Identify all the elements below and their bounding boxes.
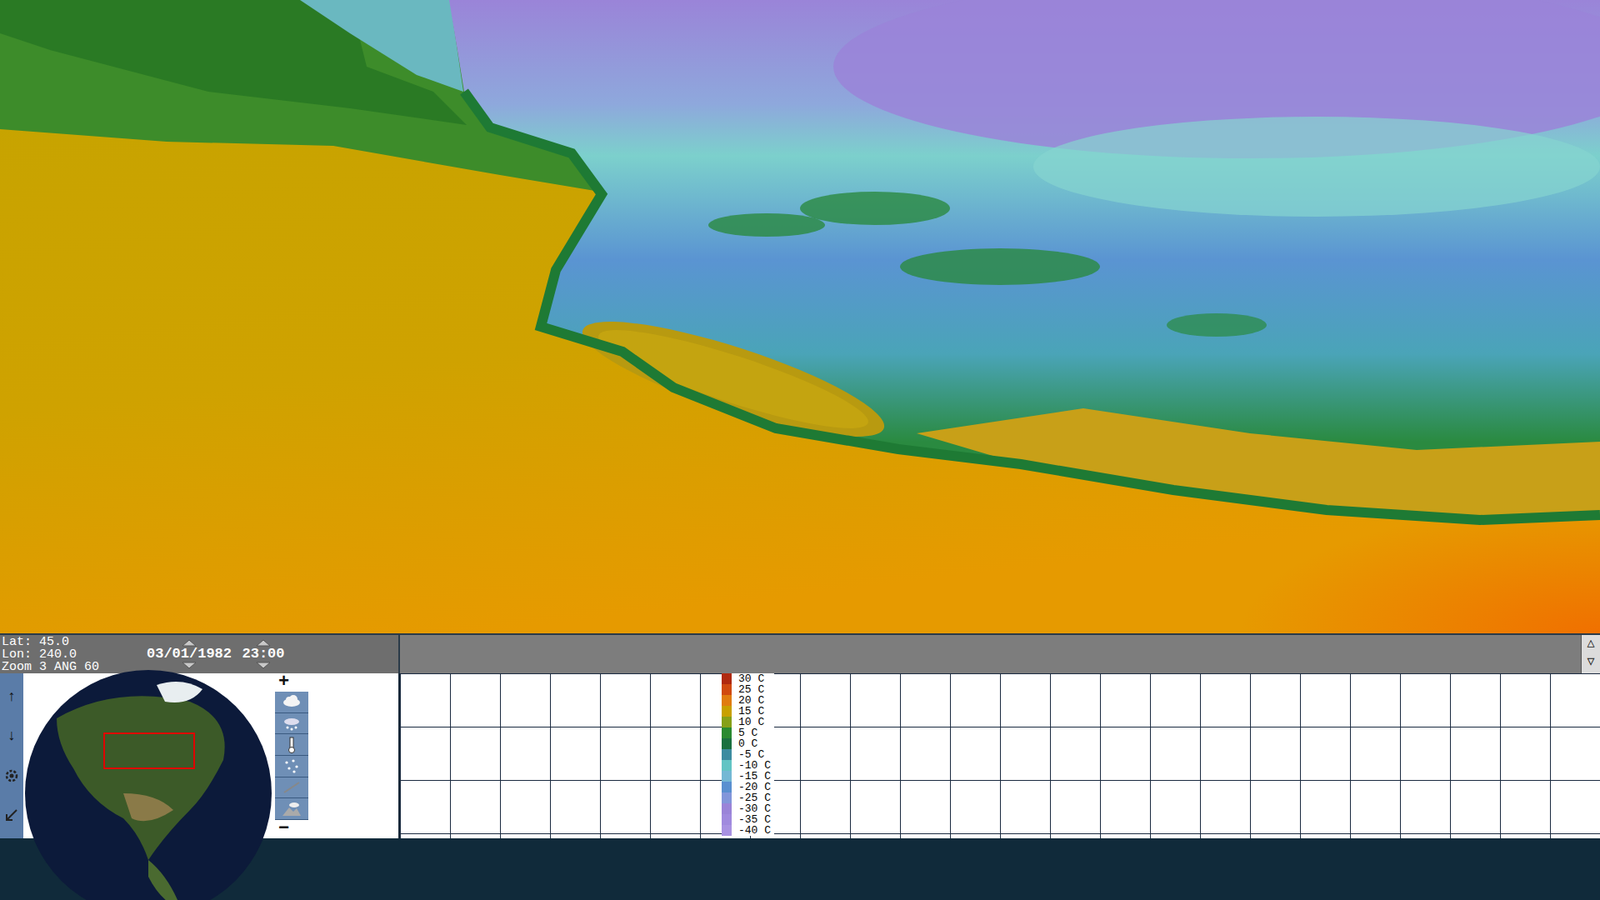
tilt-down-button[interactable]: ↓	[7, 727, 17, 745]
mountain-icon	[280, 800, 303, 818]
spin-down-icon[interactable]	[238, 661, 289, 670]
legend-swatch	[721, 781, 732, 793]
readout-line: Lon: 240.0	[1, 648, 142, 661]
legend-label: -30 C	[731, 803, 771, 815]
snow-icon	[280, 715, 303, 732]
zoom-out-button[interactable]: −	[278, 820, 290, 839]
layer-button[interactable]	[275, 798, 309, 820]
globe-area	[23, 673, 275, 839]
temperature-legend: 30 C 25 C 20 C 15 C 10 C 5 C 0 C -5 C -1…	[721, 673, 775, 836]
legend-label: -10 C	[731, 760, 771, 771]
legend-swatch	[721, 749, 732, 760]
date-spinner[interactable]: 03/01/1982 23:00	[146, 639, 289, 670]
view-region[interactable]	[104, 733, 195, 769]
spin-up-icon[interactable]	[160, 639, 219, 647]
legend-swatch	[721, 705, 732, 717]
scroll-buttons: △ ▽	[1580, 635, 1600, 674]
readout: Lat: 45.0Lon: 240.0 Zoom 3 ANG 60	[0, 635, 142, 674]
zoom-readout: Zoom 3 ANG 60	[1, 660, 142, 674]
legend-label: 30 C	[731, 673, 765, 685]
layer-button[interactable]	[275, 713, 309, 735]
tilt-up-button[interactable]: ↑	[7, 688, 17, 705]
legend-tick: 20 C	[721, 695, 771, 706]
legend-swatch	[721, 825, 732, 836]
legend-tick: 15 C	[721, 705, 771, 717]
legend-swatch	[721, 770, 732, 782]
spin-up-icon[interactable]	[238, 639, 289, 647]
legend-label: -25 C	[731, 792, 771, 804]
bottom-panel: ↑ ↓ + − 30 C 25 C 20 C 15 C 10 C 5 C 0 C…	[0, 673, 1600, 839]
legend-label: -20 C	[731, 781, 771, 793]
map-canvas[interactable]	[0, 0, 1600, 634]
layer-button[interactable]	[275, 734, 309, 756]
legend-swatch	[721, 760, 732, 771]
globe[interactable]	[23, 668, 274, 900]
wind-icon	[280, 779, 303, 796]
legend-tick: -20 C	[721, 781, 771, 793]
thermo-icon	[280, 736, 303, 754]
legend-label: -15 C	[731, 770, 771, 782]
legend-label: 25 C	[731, 684, 765, 695]
legend-tick: 10 C	[721, 716, 771, 728]
legend-swatch	[721, 727, 732, 739]
graph-grid: 30 C 25 C 20 C 15 C 10 C 5 C 0 C -5 C -1…	[400, 673, 1600, 839]
control-bar: Lat: 45.0Lon: 240.0 Zoom 3 ANG 60 03/01/…	[0, 633, 1600, 674]
legend-swatch	[721, 695, 732, 706]
pointer-icon[interactable]	[3, 806, 20, 824]
legend-swatch	[721, 803, 732, 815]
legend-tick: -10 C	[721, 760, 771, 771]
legend-label: 20 C	[731, 695, 765, 706]
layer-button[interactable]	[275, 755, 309, 778]
readout-line: Lat: 45.0	[1, 635, 142, 649]
time-field[interactable]: 23:00	[238, 639, 289, 670]
legend-tick: -30 C	[721, 803, 771, 815]
gear-icon[interactable]	[3, 767, 20, 785]
legend-swatch	[721, 684, 732, 695]
legend-tick: -35 C	[721, 814, 771, 825]
legend-swatch	[721, 738, 732, 750]
zoom-in-button[interactable]: +	[278, 673, 290, 692]
legend-swatch	[721, 673, 732, 685]
cloud-icon	[280, 693, 303, 710]
zoom-in-row: +	[275, 673, 309, 692]
legend-label: 10 C	[731, 716, 765, 728]
legend-tick: 30 C	[721, 673, 771, 685]
legend-label: -35 C	[731, 814, 771, 825]
legend-label: 0 C	[731, 738, 758, 750]
legend-tick: -40 C	[721, 825, 771, 836]
legend-tick: -5 C	[721, 749, 771, 760]
date-field[interactable]: 03/01/1982	[146, 639, 232, 670]
app-window: Lat: 45.0Lon: 240.0 Zoom 3 ANG 60 03/01/…	[0, 0, 1600, 900]
layer-toolbar: + −	[275, 673, 309, 839]
legend-swatch	[721, 716, 732, 728]
legend-tick: -15 C	[721, 770, 771, 782]
legend-tick: -25 C	[721, 792, 771, 804]
legend-label: 5 C	[731, 727, 758, 739]
stars-icon	[280, 757, 303, 775]
layer-button[interactable]	[275, 777, 309, 800]
legend-tick: 0 C	[721, 738, 771, 750]
spin-down-icon[interactable]	[160, 661, 219, 670]
legend-swatch	[721, 792, 732, 804]
legend-tick: 25 C	[721, 684, 771, 695]
legend-label: -5 C	[731, 749, 765, 760]
legend-tick: 5 C	[721, 727, 771, 739]
layer-button[interactable]	[275, 691, 309, 714]
zoom-out-row: −	[275, 820, 309, 839]
legend-label: 15 C	[731, 705, 765, 717]
scroll-down-button[interactable]: ▽	[1586, 653, 1595, 672]
nav-toolbar: ↑ ↓	[0, 673, 24, 839]
scroll-up-button[interactable]: △	[1586, 635, 1595, 654]
temperature-map[interactable]	[0, 0, 1600, 634]
message-area: △ ▽	[398, 635, 1600, 674]
legend-label: -40 C	[731, 825, 771, 836]
info-panel: Lat: 45.0Lon: 240.0 Zoom 3 ANG 60 03/01/…	[0, 635, 399, 674]
globe-icon[interactable]	[23, 668, 274, 900]
legend-swatch	[721, 814, 732, 825]
blank-panel	[308, 673, 400, 839]
